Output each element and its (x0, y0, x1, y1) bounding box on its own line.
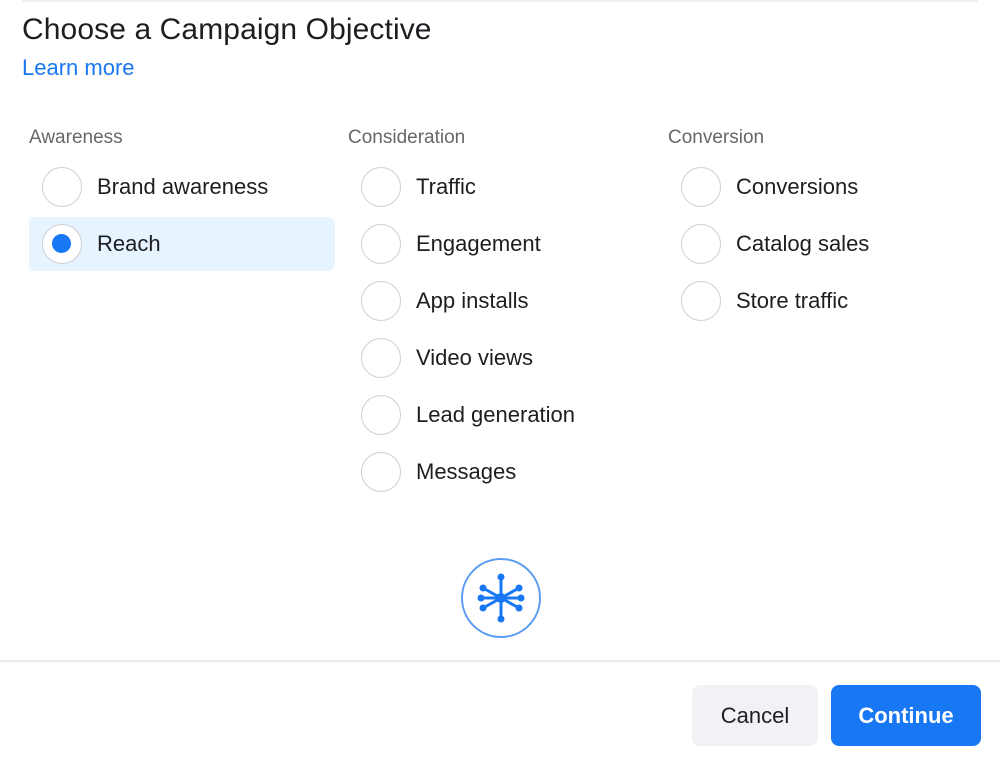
radio-button[interactable] (42, 167, 82, 207)
column-heading: Consideration (348, 127, 466, 148)
radio-button[interactable] (681, 281, 721, 321)
continue-button[interactable]: Continue (831, 685, 981, 746)
objective-option-conversions[interactable]: Conversions (668, 160, 974, 214)
column-heading: Conversion (668, 127, 765, 148)
network-hub-icon (477, 573, 525, 623)
radio-button[interactable] (681, 167, 721, 207)
radio-button[interactable] (361, 452, 401, 492)
option-label: Video views (416, 345, 533, 370)
column-heading: Awareness (29, 127, 123, 148)
objective-column-conversion: Conversion Conversions Catalog sales Sto… (668, 125, 974, 331)
radio-button[interactable] (361, 167, 401, 207)
objective-option-app-installs[interactable]: App installs (348, 274, 654, 328)
radio-selected-dot (52, 234, 71, 253)
option-label: Catalog sales (736, 231, 870, 256)
objective-option-catalog-sales[interactable]: Catalog sales (668, 217, 974, 271)
top-divider (22, 0, 978, 2)
objective-option-store-traffic[interactable]: Store traffic (668, 274, 974, 328)
radio-button[interactable] (361, 395, 401, 435)
option-label: Traffic (416, 174, 476, 199)
reach-network-icon (461, 558, 541, 638)
cancel-button[interactable]: Cancel (692, 685, 818, 746)
objective-option-video-views[interactable]: Video views (348, 331, 654, 385)
objective-option-engagement[interactable]: Engagement (348, 217, 654, 271)
radio-button[interactable] (361, 224, 401, 264)
objective-column-awareness: Awareness Brand awareness Reach (29, 125, 335, 274)
option-label: App installs (416, 288, 529, 313)
page-title: Choose a Campaign Objective (22, 13, 432, 46)
learn-more-link[interactable]: Learn more (22, 55, 135, 81)
radio-button[interactable] (361, 281, 401, 321)
footer-divider (0, 660, 1000, 662)
option-label: Brand awareness (97, 174, 269, 199)
option-label: Store traffic (736, 288, 849, 313)
objective-option-messages[interactable]: Messages (348, 445, 654, 499)
objective-option-lead-generation[interactable]: Lead generation (348, 388, 654, 442)
option-label: Lead generation (416, 402, 576, 427)
objective-column-consideration: Consideration Traffic Engagement App ins… (348, 125, 654, 502)
radio-button[interactable] (361, 338, 401, 378)
objective-option-brand-awareness[interactable]: Brand awareness (29, 160, 335, 214)
radio-button[interactable] (681, 224, 721, 264)
objective-option-reach[interactable]: Reach (29, 217, 335, 271)
option-label: Engagement (416, 231, 541, 256)
radio-button-selected[interactable] (42, 224, 82, 264)
option-label: Messages (416, 459, 517, 484)
option-label: Reach (97, 231, 161, 256)
option-label: Conversions (736, 174, 859, 199)
objective-option-traffic[interactable]: Traffic (348, 160, 654, 214)
